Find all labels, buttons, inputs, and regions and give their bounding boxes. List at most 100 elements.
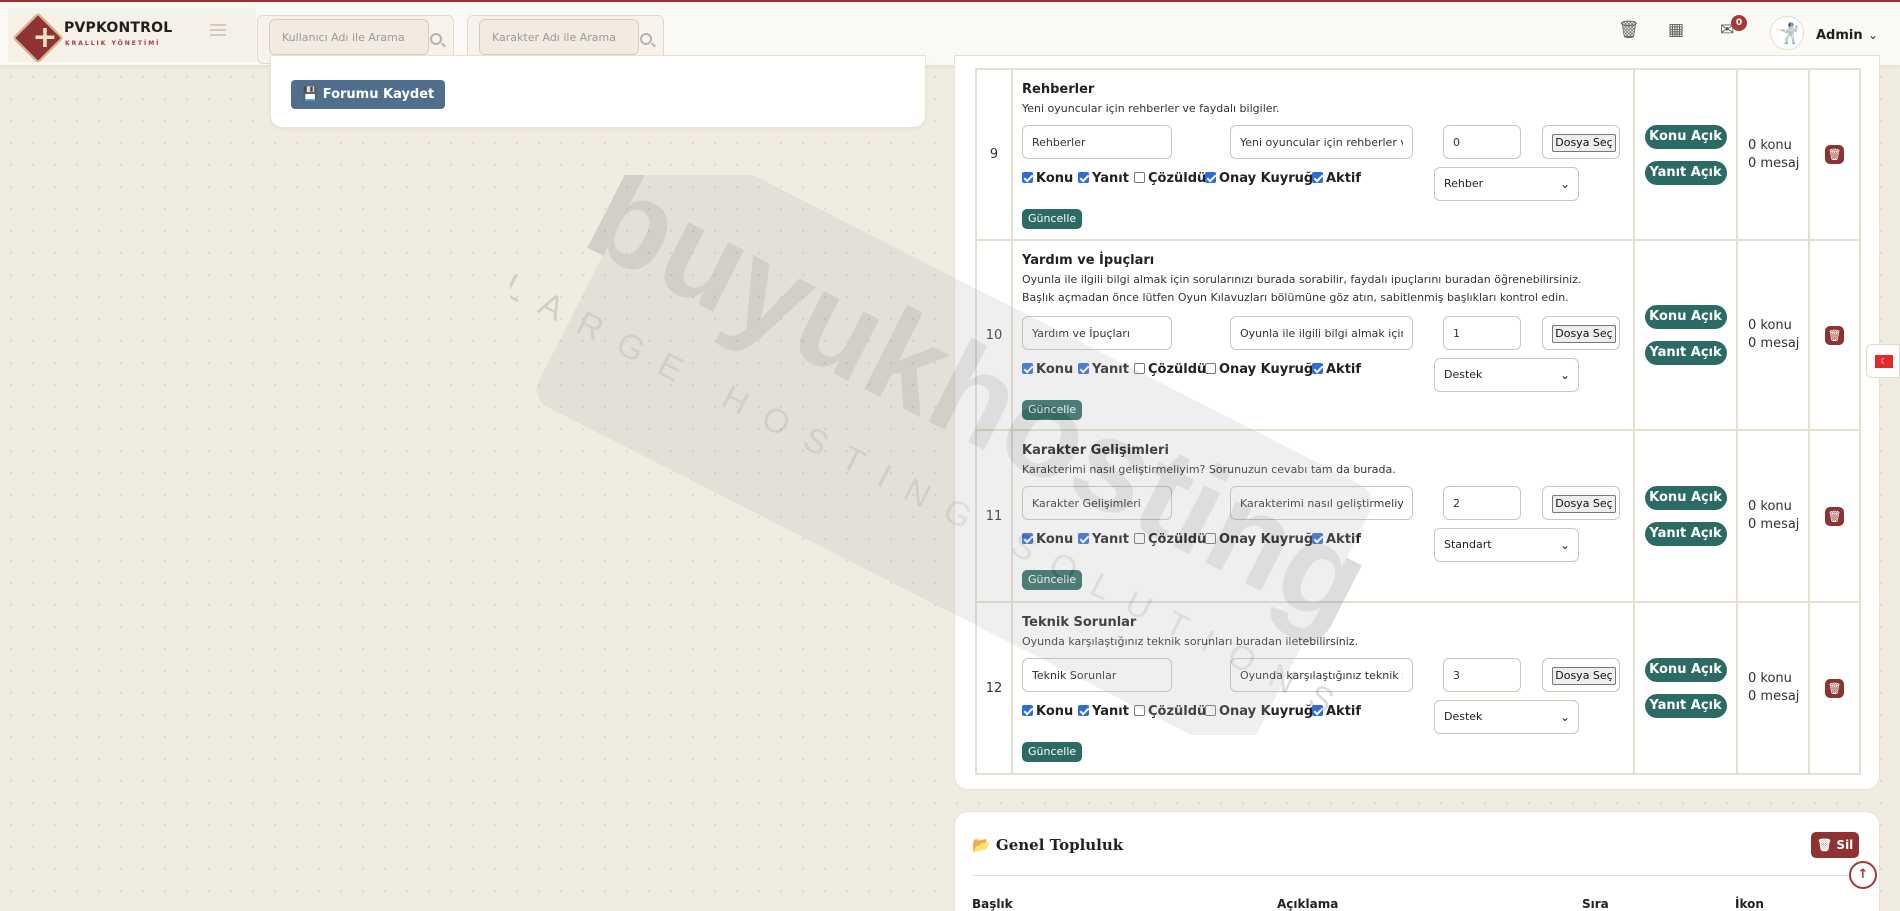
calendar-icon[interactable]: ▦ (1668, 20, 1684, 40)
forum-description-input[interactable] (1230, 125, 1413, 159)
checkbox-box[interactable] (1312, 533, 1323, 544)
update-forum-button[interactable]: Güncelle (1022, 570, 1083, 590)
chevron-down-icon[interactable]: ⌄ (1868, 28, 1878, 42)
topic-open-button[interactable]: Konu Açık (1644, 486, 1727, 510)
forum-type-select[interactable]: Standart ⌄ (1434, 528, 1579, 562)
checkbox-approval[interactable]: Onay Kuyruğu (1205, 704, 1322, 719)
forum-icon-file-input[interactable]: Dosya Seç (1542, 486, 1620, 520)
forum-icon-file-input[interactable]: Dosya Seç (1542, 316, 1620, 350)
forum-name-input[interactable] (1022, 316, 1172, 350)
forum-order-input[interactable] (1443, 486, 1521, 520)
checkbox-approval[interactable]: Onay Kuyruğu (1205, 362, 1322, 377)
checkbox-reply[interactable]: Yanıt (1078, 362, 1129, 377)
trash-icon[interactable]: 🗑 (1825, 678, 1844, 698)
checkbox-solved[interactable]: Çözüldü (1134, 171, 1206, 186)
checkbox-reply[interactable]: Yanıt (1078, 532, 1129, 547)
topic-open-button[interactable]: Konu Açık (1644, 658, 1727, 682)
checkbox-topic[interactable]: Konu (1022, 704, 1073, 719)
checkbox-box[interactable] (1312, 172, 1323, 183)
avatar[interactable]: 🤺 (1770, 16, 1804, 50)
trash-icon[interactable]: 🗑 (1825, 325, 1844, 345)
forum-type-select[interactable]: Destek ⌄ (1434, 700, 1579, 734)
choose-file-button[interactable]: Dosya Seç (1552, 134, 1616, 152)
forum-description-input[interactable] (1230, 658, 1413, 692)
checkbox-box[interactable] (1078, 172, 1089, 183)
update-forum-button[interactable]: Güncelle (1022, 400, 1083, 420)
forum-order-input[interactable] (1443, 316, 1521, 350)
forum-icon-file-input[interactable]: Dosya Seç (1542, 658, 1620, 692)
checkbox-active[interactable]: Aktif (1312, 532, 1361, 547)
menu-toggle-icon[interactable] (210, 24, 226, 36)
update-forum-button[interactable]: Güncelle (1022, 209, 1083, 229)
topic-open-button[interactable]: Konu Açık (1644, 305, 1727, 329)
forum-order-input[interactable] (1443, 658, 1521, 692)
checkbox-box[interactable] (1078, 533, 1089, 544)
search-icon[interactable] (430, 33, 442, 45)
checkbox-box[interactable] (1134, 172, 1145, 183)
language-switch[interactable]: ☾ (1866, 344, 1900, 378)
checkbox-box[interactable] (1205, 363, 1216, 374)
checkbox-reply[interactable]: Yanıt (1078, 704, 1129, 719)
checkbox-box[interactable] (1205, 172, 1216, 183)
checkbox-approval[interactable]: Onay Kuyruğu (1205, 171, 1322, 186)
checkbox-box[interactable] (1022, 172, 1033, 183)
forum-icon-file-input[interactable]: Dosya Seç (1542, 125, 1620, 159)
forum-name-input[interactable] (1022, 125, 1172, 159)
search-icon[interactable] (640, 33, 652, 45)
update-forum-button[interactable]: Güncelle (1022, 742, 1083, 762)
choose-file-button[interactable]: Dosya Seç (1552, 667, 1616, 685)
user-search-input[interactable] (269, 19, 429, 55)
forum-edit-cell: Rehberler Yeni oyuncular için rehberler v… (1011, 68, 1635, 241)
forum-type-select[interactable]: Destek ⌄ (1434, 358, 1579, 392)
checkbox-active[interactable]: Aktif (1312, 704, 1361, 719)
reply-open-button[interactable]: Yanıt Açık (1644, 694, 1727, 718)
checkbox-solved[interactable]: Çözüldü (1134, 532, 1206, 547)
checkbox-label: Konu (1036, 532, 1074, 547)
checkbox-topic[interactable]: Konu (1022, 532, 1073, 547)
forum-description-input[interactable] (1230, 486, 1413, 520)
checkbox-solved[interactable]: Çözüldü (1134, 362, 1206, 377)
choose-file-button[interactable]: Dosya Seç (1552, 495, 1616, 513)
checkbox-box[interactable] (1134, 533, 1145, 544)
choose-file-button[interactable]: Dosya Seç (1552, 325, 1616, 343)
checkbox-reply[interactable]: Yanıt (1078, 171, 1129, 186)
checkbox-box[interactable] (1022, 363, 1033, 374)
checkbox-approval[interactable]: Onay Kuyruğu (1205, 532, 1322, 547)
category-title: 📂 Genel Topluluk (972, 836, 1123, 854)
topic-open-button[interactable]: Konu Açık (1644, 124, 1727, 149)
checkbox-topic[interactable]: Konu (1022, 171, 1073, 186)
arrow-up-icon[interactable]: ↑ (1849, 861, 1877, 889)
checkbox-active[interactable]: Aktif (1312, 362, 1361, 377)
checkbox-box[interactable] (1312, 705, 1323, 716)
reply-open-button[interactable]: Yanıt Açık (1644, 522, 1727, 546)
checkbox-box[interactable] (1022, 533, 1033, 544)
category-title-text: Genel Topluluk (995, 836, 1124, 854)
checkbox-topic[interactable]: Konu (1022, 362, 1073, 377)
forum-description-input[interactable] (1230, 316, 1413, 350)
checkbox-box[interactable] (1205, 705, 1216, 716)
reply-open-button[interactable]: Yanıt Açık (1644, 160, 1727, 185)
trash-icon[interactable]: 🗑 (1825, 506, 1844, 526)
forum-name-input[interactable] (1022, 658, 1172, 692)
trash-icon[interactable]: 🗑 (1825, 145, 1844, 164)
checkbox-solved[interactable]: Çözüldü (1134, 704, 1206, 719)
character-search-input[interactable] (479, 19, 639, 55)
forum-type-select[interactable]: Rehber ⌄ (1434, 167, 1579, 201)
checkbox-box[interactable] (1312, 363, 1323, 374)
reply-open-button[interactable]: Yanıt Açık (1644, 341, 1727, 365)
checkbox-box[interactable] (1078, 705, 1089, 716)
save-forum-button[interactable]: 💾 Forumu Kaydet (291, 80, 446, 109)
checkbox-active[interactable]: Aktif (1312, 171, 1361, 186)
delete-category-button[interactable]: 🗑 Sil (1811, 832, 1860, 858)
forum-number: 9 (975, 68, 1013, 241)
admin-name[interactable]: Admin (1816, 28, 1863, 43)
forum-name-input[interactable] (1022, 486, 1172, 520)
checkbox-box[interactable] (1134, 363, 1145, 374)
checkbox-box[interactable] (1022, 705, 1033, 716)
trash-icon[interactable]: 🗑 (1618, 20, 1640, 40)
checkbox-box[interactable] (1205, 533, 1216, 544)
forum-order-input[interactable] (1443, 125, 1521, 159)
checkbox-box[interactable] (1078, 363, 1089, 374)
folder-open-icon: 📂 (972, 836, 991, 854)
checkbox-box[interactable] (1134, 705, 1145, 716)
